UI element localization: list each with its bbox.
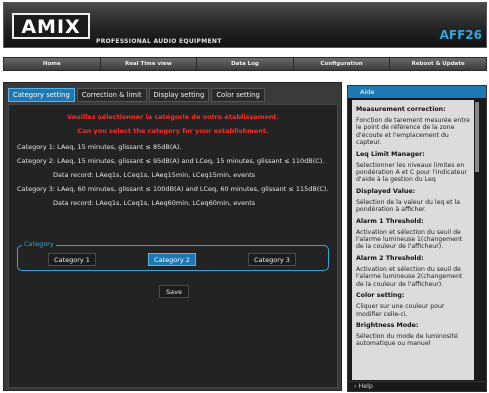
tagline: PROFESSIONAL AUDIO EQUIPMENT (96, 38, 222, 45)
nav-data-log[interactable]: Data Log (197, 58, 294, 70)
help-section-text: Activation et sélection du seuil de l'al… (356, 265, 463, 288)
tab-content: Veuillez sélectionner la catégorie de vo… (8, 104, 338, 388)
category-1-button[interactable]: Category 1 (48, 253, 96, 266)
nav-home[interactable]: Home (4, 58, 101, 70)
category-1-desc: Category 1: LAeq, 15 minutes, glissant ≤… (17, 143, 182, 151)
category-2-record: Data record: LAeq1s, LCeq1s, LAeq15min, … (53, 171, 256, 179)
help-footer[interactable]: › Help (348, 381, 486, 391)
chevron-right-icon: › (354, 383, 357, 390)
warning-en: Can you select the category for your est… (77, 127, 269, 135)
logo-text: AMIX (21, 16, 81, 38)
category-2-button[interactable]: Category 2 (148, 253, 196, 266)
category-3-button[interactable]: Category 3 (248, 253, 296, 266)
settings-tabs: Category setting Correction & limit Disp… (8, 88, 265, 102)
category-2-desc: Category 2: LAeq, 15 minutes, glissant ≤… (17, 157, 325, 165)
main-nav: Home Real Time view Data Log Configurati… (3, 57, 487, 71)
help-section-text: Sélection de la valeur du leq et la pond… (356, 198, 461, 214)
help-section-text: Activation et sélection du seuil de l'al… (356, 228, 463, 251)
save-button[interactable]: Save (159, 285, 189, 298)
model-name: AFF26 (439, 28, 482, 42)
help-section-text: Fonction de tarement mesurée entre le po… (356, 117, 470, 147)
help-scroll-thumb[interactable] (475, 102, 479, 172)
tab-display-setting[interactable]: Display setting (148, 88, 210, 102)
category-group: Category Category 1 Category 2 Category … (17, 240, 329, 271)
help-section-title: Alarm 2 Threshold: (356, 254, 424, 262)
amix-logo: AMIX (12, 13, 90, 39)
help-section-text: Sélection du mode de luminosité automati… (356, 332, 458, 348)
nav-reboot-update[interactable]: Reboot & Update (390, 58, 486, 70)
help-section-title: Leq Limit Manager: (356, 150, 425, 158)
category-legend: Category (22, 240, 56, 248)
help-scrollbar[interactable] (474, 100, 480, 380)
app-header: AMIX PROFESSIONAL AUDIO EQUIPMENT AFF26 (3, 2, 487, 48)
help-section-title: Color setting: (356, 292, 405, 300)
help-panel: Aide Measurement correction: Fonction de… (347, 85, 487, 392)
tab-color-setting[interactable]: Color setting (211, 88, 265, 102)
help-footer-label: Help (358, 383, 373, 390)
category-3-desc: Category 3: LAeq, 60 minutes, glissant ≤… (17, 185, 329, 193)
tab-correction-limit[interactable]: Correction & limit (76, 88, 147, 102)
settings-panel: Category setting Correction & limit Disp… (3, 82, 342, 391)
warning-fr: Veuillez sélectionner la catégorie de vo… (67, 113, 279, 121)
tab-category-setting[interactable]: Category setting (8, 88, 75, 102)
help-title: Aide (348, 86, 486, 98)
help-section-title: Displayed Value: (356, 187, 416, 195)
help-section-title: Measurement correction: (356, 106, 446, 113)
category-3-record: Data record: LAeq1s, LCeq1s, LAeq60min, … (53, 199, 256, 207)
nav-real-time-view[interactable]: Real Time view (101, 58, 198, 70)
help-section-text: Cliquer sur une couleur pour modifier ce… (356, 303, 445, 318)
help-content: Measurement correction: Fonction de tare… (352, 100, 475, 380)
help-section-title: Brightness Mode: (356, 321, 419, 329)
nav-configuration[interactable]: Configuration (294, 58, 391, 70)
help-section-title: Alarm 1 Threshold: (356, 217, 424, 225)
help-section-text: Selectionner les niveaux limites en pond… (356, 161, 467, 184)
